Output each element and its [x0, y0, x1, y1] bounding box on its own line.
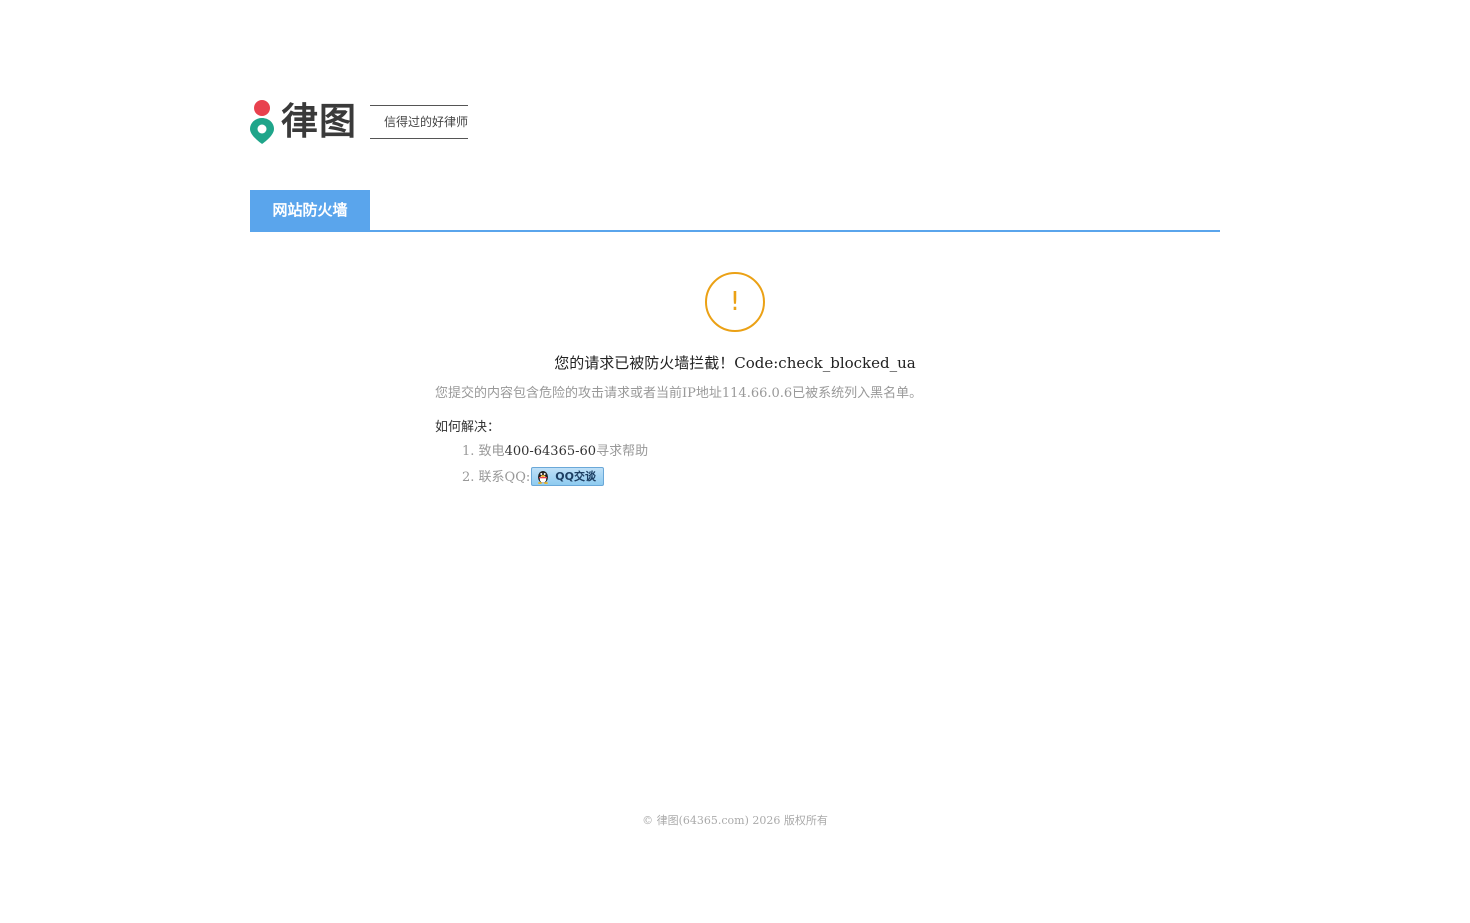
qq-chat-button[interactable]: QQ交谈	[531, 467, 605, 486]
qq-button-label: QQ交谈	[555, 470, 596, 483]
step-qq: 2. 联系QQ: QQ交谈	[462, 467, 648, 491]
copyright-footer: © 律图(64365.com) 2026 版权所有	[642, 814, 828, 827]
warning-icon: !	[705, 272, 765, 332]
block-headline: 您的请求已被防火墙拦截！Code:check_blocked_ua	[554, 354, 916, 372]
step-number: 1.	[462, 444, 475, 459]
tab-bar: 网站防火墙	[250, 190, 1220, 232]
howto-steps: 1. 致电400-64365-60寻求帮助 2. 联系QQ: QQ交谈	[462, 443, 648, 491]
tab-firewall[interactable]: 网站防火墙	[250, 190, 370, 230]
logo[interactable]: 律图 信得过的好律师	[250, 100, 468, 144]
location-pin-icon	[250, 100, 274, 144]
block-reason: 您提交的内容包含危险的攻击请求或者当前IP地址114.66.0.6已被系统列入黑…	[435, 386, 923, 401]
step-qq-prefix: 联系QQ:	[478, 470, 531, 485]
step-call: 1. 致电400-64365-60寻求帮助	[462, 443, 648, 467]
phone-number: 400-64365-60	[504, 444, 597, 459]
step-call-suffix: 寻求帮助	[596, 444, 649, 459]
qq-penguin-icon	[538, 471, 549, 484]
firewall-page: 律图 信得过的好律师 网站防火墙 ! 您的请求已被防火墙拦截！Code:chec…	[0, 0, 1470, 923]
brand-slogan: 信得过的好律师	[370, 105, 468, 139]
howto-title: 如何解决：	[435, 420, 501, 435]
step-call-prefix: 致电	[478, 444, 505, 459]
step-number: 2.	[462, 470, 475, 485]
brand-name: 律图	[281, 100, 357, 143]
